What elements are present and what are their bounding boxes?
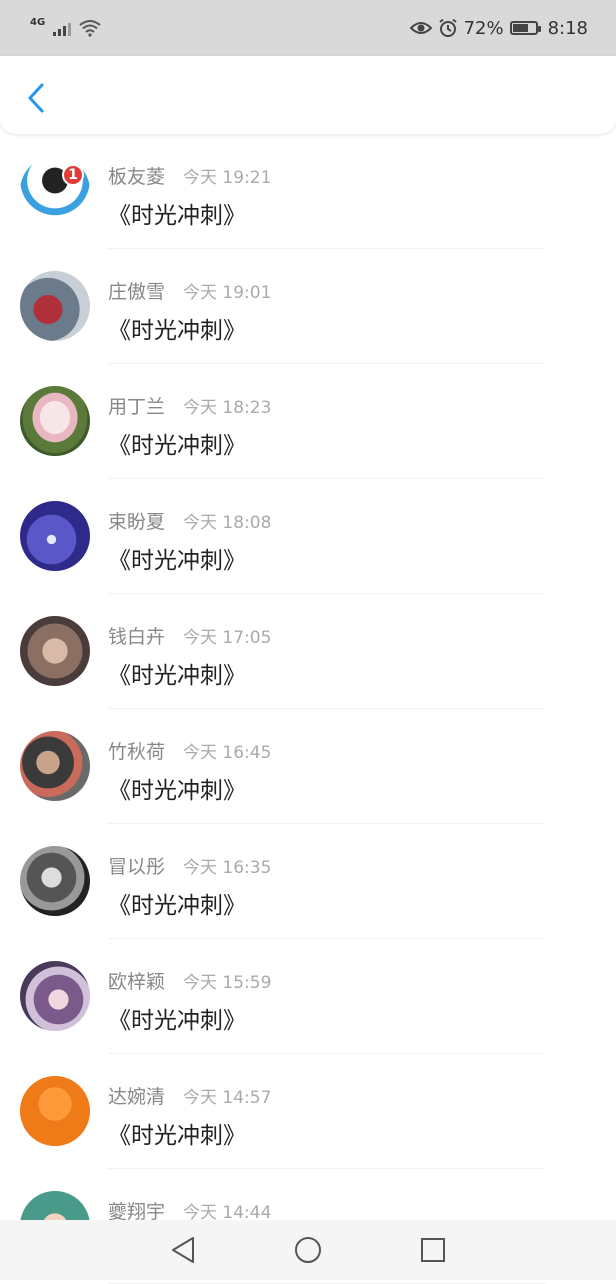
avatar[interactable]	[20, 731, 90, 801]
back-button[interactable]	[16, 78, 56, 118]
alarm-icon	[438, 18, 457, 37]
message-item[interactable]: 用丁兰 今天 18:23 《时光冲刺》	[0, 364, 616, 479]
message-meta: 欧梓颖 今天 15:59	[108, 967, 271, 994]
message-time: 今天 15:59	[183, 973, 272, 993]
message-text: 《时光冲刺》	[108, 1123, 246, 1149]
avatar[interactable]	[20, 501, 90, 571]
sender-name: 用丁兰	[108, 396, 166, 418]
message-time: 今天 16:45	[183, 743, 272, 763]
battery-icon	[509, 21, 541, 35]
message-meta: 庄傲雪 今天 19:01	[108, 277, 271, 304]
message-meta: 竹秋荷 今天 16:45	[108, 737, 271, 764]
avatar[interactable]	[20, 961, 90, 1031]
message-time: 今天 17:05	[183, 628, 272, 648]
status-bar-left: 4G	[30, 16, 101, 37]
clock: 8:18	[547, 17, 588, 39]
message-item[interactable]: 1 板友菱 今天 19:21 《时光冲刺》	[0, 134, 616, 249]
message-text: 《时光冲刺》	[108, 893, 246, 919]
status-bar-right: 72% 8:18	[409, 17, 588, 39]
navigation-bar	[0, 1220, 616, 1280]
message-list: 1 板友菱 今天 19:21 《时光冲刺》 庄傲雪 今天 19:01 《时光冲刺》 用丁兰 今天…	[0, 134, 616, 1284]
sender-name: 冒以彤	[108, 856, 166, 878]
sender-name: 钱白卉	[108, 626, 166, 648]
message-time: 今天 18:23	[183, 398, 272, 418]
nav-home-button[interactable]	[293, 1235, 323, 1265]
message-meta: 达婉清 今天 14:57	[108, 1082, 271, 1109]
network-type: 4G	[30, 16, 46, 28]
message-text: 《时光冲刺》	[108, 318, 246, 344]
status-bar: 4G 72% 8:18	[0, 0, 616, 56]
back-triangle-icon	[172, 1237, 194, 1263]
message-item[interactable]: 竹秋荷 今天 16:45 《时光冲刺》	[0, 709, 616, 824]
message-item[interactable]: 达婉清 今天 14:57 《时光冲刺》	[0, 1054, 616, 1169]
nav-back-button[interactable]	[168, 1235, 198, 1265]
home-circle-icon	[295, 1237, 321, 1263]
recents-square-icon	[421, 1238, 445, 1262]
battery-fill	[512, 24, 528, 32]
wifi-icon	[79, 20, 101, 37]
signal-icon	[53, 20, 72, 36]
avatar[interactable]	[20, 616, 90, 686]
avatar[interactable]	[20, 386, 90, 456]
message-text: 《时光冲刺》	[108, 548, 246, 574]
message-text: 《时光冲刺》	[108, 1008, 246, 1034]
message-text: 《时光冲刺》	[108, 203, 246, 229]
message-meta: 束盼夏 今天 18:08	[108, 507, 271, 534]
sender-name: 达婉清	[108, 1086, 166, 1108]
message-text: 《时光冲刺》	[108, 663, 246, 689]
message-meta: 板友菱 今天 19:21	[108, 162, 271, 189]
message-meta: 冒以彤 今天 16:35	[108, 852, 271, 879]
sender-name: 板友菱	[108, 166, 166, 188]
battery-percent: 72%	[463, 17, 504, 39]
message-time: 今天 14:57	[183, 1088, 272, 1108]
message-item[interactable]: 欧梓颖 今天 15:59 《时光冲刺》	[0, 939, 616, 1054]
chevron-left-icon	[28, 83, 44, 113]
message-item[interactable]: 庄傲雪 今天 19:01 《时光冲刺》	[0, 249, 616, 364]
top-bar	[0, 56, 616, 134]
message-meta: 钱白卉 今天 17:05	[108, 622, 271, 649]
avatar[interactable]	[20, 846, 90, 916]
message-time: 今天 19:01	[183, 283, 272, 303]
message-text: 《时光冲刺》	[108, 433, 246, 459]
unread-badge: 1	[62, 164, 84, 186]
message-item[interactable]: 束盼夏 今天 18:08 《时光冲刺》	[0, 479, 616, 594]
sender-name: 束盼夏	[108, 511, 166, 533]
sender-name: 欧梓颖	[108, 971, 166, 993]
message-text: 《时光冲刺》	[108, 778, 246, 804]
eye-icon	[409, 22, 432, 34]
message-time: 今天 19:21	[183, 168, 272, 188]
message-item[interactable]: 钱白卉 今天 17:05 《时光冲刺》	[0, 594, 616, 709]
message-meta: 用丁兰 今天 18:23	[108, 392, 271, 419]
sender-name: 庄傲雪	[108, 281, 166, 303]
message-item[interactable]: 冒以彤 今天 16:35 《时光冲刺》	[0, 824, 616, 939]
nav-recents-button[interactable]	[418, 1235, 448, 1265]
message-time: 今天 16:35	[183, 858, 272, 878]
sender-name: 竹秋荷	[108, 741, 166, 763]
message-time: 今天 18:08	[183, 513, 272, 533]
avatar[interactable]	[20, 1076, 90, 1146]
avatar[interactable]	[20, 271, 90, 341]
